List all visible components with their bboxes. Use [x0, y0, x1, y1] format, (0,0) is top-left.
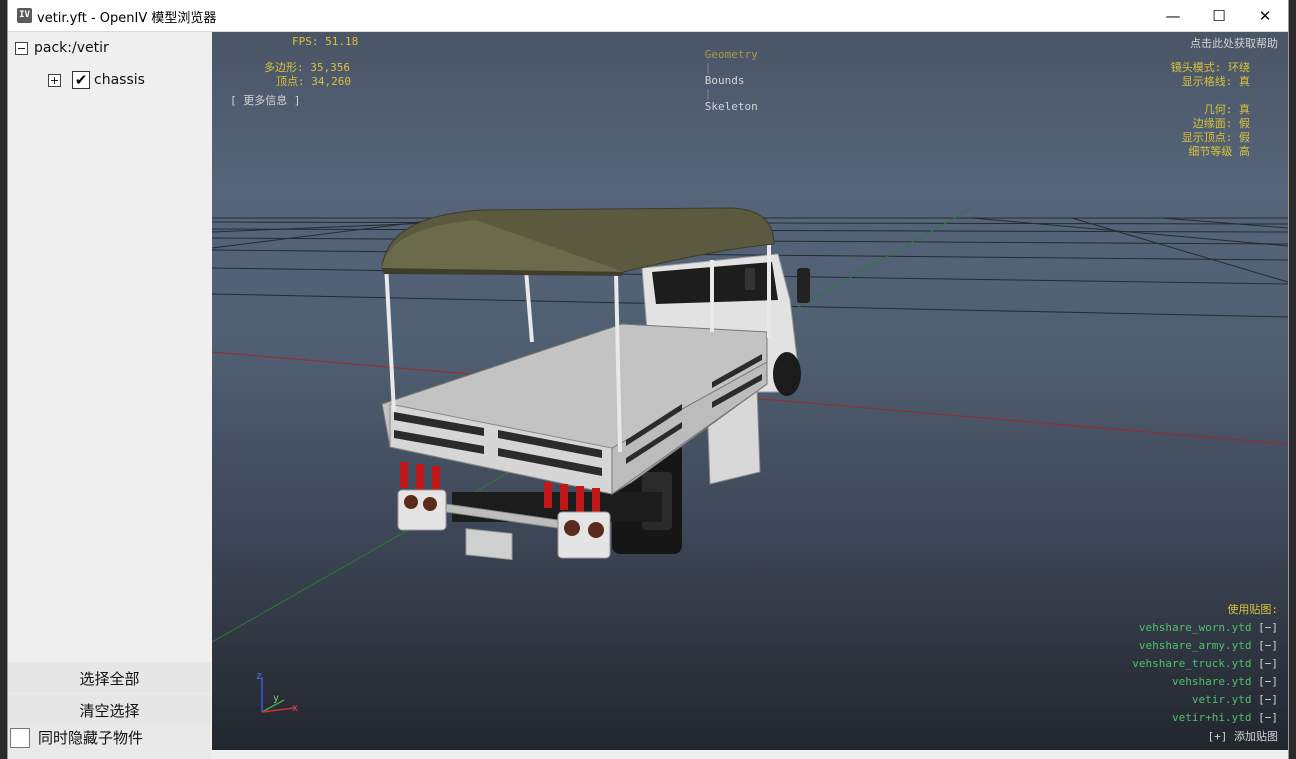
remove-texture-button[interactable]: [−]	[1258, 639, 1278, 652]
select-all-button[interactable]: 选择全部	[8, 663, 211, 693]
texture-item: vehshare.ytd [−]	[1132, 673, 1278, 691]
tree-item-root-label: pack:/vetir	[34, 40, 109, 56]
openiv-app-icon: IV	[17, 8, 32, 23]
texture-name[interactable]: vetir+hi.ytd	[1172, 711, 1251, 724]
show-grid-toggle[interactable]: 显示格线: 真	[1182, 73, 1250, 89]
expand-icon[interactable]	[48, 73, 61, 87]
texture-list: vehshare_worn.ytd [−] vehshare_army.ytd …	[1132, 619, 1278, 727]
close-button[interactable]: ✕	[1242, 0, 1288, 31]
model-viewport[interactable]: z y x FPS: 51.18 多边形: 35,356 顶点: 34,260 …	[212, 32, 1288, 750]
vertex-count: 顶点: 34,260	[276, 75, 351, 88]
minimize-button[interactable]: —	[1150, 0, 1196, 31]
3d-scene[interactable]: z y x	[212, 32, 1288, 750]
hide-children-label: 同时隐藏子物件	[38, 729, 144, 747]
tree-item-chassis-label: chassis	[94, 72, 145, 88]
add-texture-button[interactable]: [+] 添加贴图	[1208, 728, 1279, 744]
texture-item: vehshare_truck.ytd [−]	[1132, 655, 1278, 673]
view-mode-tabs: Geometry | Bounds | Skeleton	[704, 48, 758, 113]
model-tree-panel: pack:/vetir ✔ chassis 选择全部 清空选择 同时隐藏子物件	[8, 32, 211, 759]
hide-children-option[interactable]: 同时隐藏子物件	[10, 727, 143, 748]
lod-toggle[interactable]: 细节等级 高	[1188, 143, 1250, 159]
window-title: vetir.yft - OpenIV 模型浏览器	[37, 11, 217, 26]
collapse-icon[interactable]	[15, 41, 28, 55]
openiv-window: IV vetir.yft - OpenIV 模型浏览器 — ☐ ✕ pack:/…	[8, 0, 1288, 759]
texture-item: vehshare_worn.ytd [−]	[1132, 619, 1278, 637]
textures-title: 使用贴图:	[1227, 603, 1278, 616]
hide-children-checkbox[interactable]	[10, 727, 30, 748]
fps-counter: FPS: 51.18	[292, 35, 359, 48]
axis-gizmo: z y x	[256, 671, 298, 714]
texture-item: vehshare_army.ytd [−]	[1132, 637, 1278, 655]
more-info-link[interactable]: [ 更多信息 ]	[230, 92, 301, 108]
texture-name[interactable]: vehshare.ytd	[1172, 675, 1251, 688]
axis-y-label: y	[273, 693, 279, 704]
tree-item-root[interactable]: pack:/vetir	[15, 37, 109, 59]
texture-item: vetir.ytd [−]	[1132, 691, 1278, 709]
texture-name[interactable]: vehshare_worn.ytd	[1139, 621, 1252, 634]
help-link[interactable]: 点击此处获取帮助	[1190, 35, 1278, 51]
remove-texture-button[interactable]: [−]	[1258, 693, 1278, 706]
maximize-button[interactable]: ☐	[1196, 0, 1242, 31]
title-bar[interactable]: IV vetir.yft - OpenIV 模型浏览器 — ☐ ✕	[8, 0, 1288, 32]
remove-texture-button[interactable]: [−]	[1258, 675, 1278, 688]
tab-geometry[interactable]: Geometry	[705, 48, 758, 61]
clear-selection-button[interactable]: 清空选择	[8, 695, 211, 725]
chassis-visibility-checkbox[interactable]: ✔	[72, 71, 90, 89]
tree-item-chassis[interactable]: ✔ chassis	[48, 69, 145, 91]
truck-model	[381, 207, 810, 561]
tab-skeleton[interactable]: Skeleton	[705, 100, 758, 113]
remove-texture-button[interactable]: [−]	[1258, 711, 1278, 724]
texture-name[interactable]: vehshare_truck.ytd	[1132, 657, 1251, 670]
texture-item: vetir+hi.ytd [−]	[1132, 709, 1278, 727]
axis-z-label: z	[256, 671, 262, 682]
texture-name[interactable]: vehshare_army.ytd	[1139, 639, 1252, 652]
texture-name[interactable]: vetir.ytd	[1192, 693, 1252, 706]
remove-texture-button[interactable]: [−]	[1258, 621, 1278, 634]
model-tree: pack:/vetir ✔ chassis	[8, 32, 211, 662]
axis-x-mark: x	[292, 703, 298, 714]
tab-bounds[interactable]: Bounds	[705, 74, 745, 87]
remove-texture-button[interactable]: [−]	[1258, 657, 1278, 670]
